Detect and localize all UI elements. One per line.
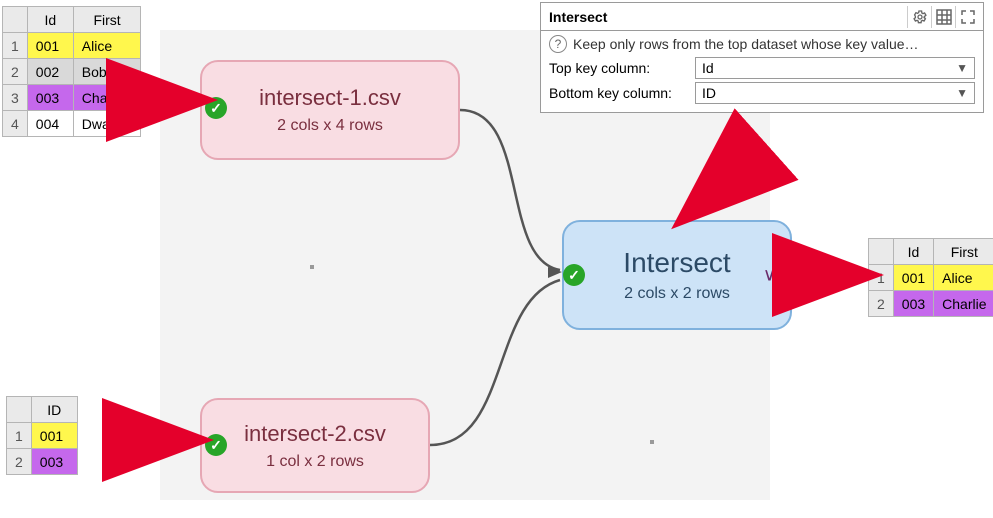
bottom-key-label: Bottom key column:	[549, 85, 689, 101]
chevron-down-icon: ▼	[956, 61, 968, 75]
node-subtitle: 2 cols x 4 rows	[277, 117, 383, 135]
table-row: 2 003	[7, 449, 78, 475]
node-v-mark: ∨	[763, 265, 776, 286]
node-intersect-2[interactable]: intersect-2.csv 1 col x 2 rows	[200, 398, 430, 493]
th-id: Id	[27, 7, 73, 33]
input-top-table: Id First 1 001 Alice 2 002 Bob 3 003 Cha…	[2, 6, 141, 137]
node-intersect-1[interactable]: intersect-1.csv 2 cols x 4 rows	[200, 60, 460, 160]
grid-icon[interactable]	[931, 6, 955, 28]
table-row: 2 002 Bob	[3, 59, 141, 85]
top-key-value: Id	[702, 60, 714, 76]
grid-dot	[650, 440, 654, 444]
table-row: 1 001	[7, 423, 78, 449]
table-row: 3 003 Charlie	[3, 85, 141, 111]
th-id: Id	[893, 239, 933, 265]
help-icon[interactable]: ?	[549, 35, 567, 53]
node-intersect[interactable]: Intersect 2 cols x 2 rows ∨	[562, 220, 792, 330]
top-key-label: Top key column:	[549, 60, 689, 76]
node-subtitle: 1 col x 2 rows	[266, 453, 364, 471]
th-first: First	[73, 7, 141, 33]
node-subtitle: 2 cols x 2 rows	[624, 285, 730, 303]
output-table: Id First 1 001 Alice 2 003 Charlie	[868, 238, 993, 317]
table-row: 1 001 Alice	[869, 265, 993, 291]
top-key-dropdown[interactable]: Id ▼	[695, 57, 975, 79]
table-row: 2 003 Charlie	[869, 291, 993, 317]
expand-icon[interactable]	[955, 6, 979, 28]
properties-panel: Intersect ? Keep only rows from the top …	[540, 2, 984, 113]
bottom-key-dropdown[interactable]: ID ▼	[695, 82, 975, 104]
panel-title: Intersect	[549, 9, 607, 25]
input-bottom-table: ID 1 001 2 003	[6, 396, 78, 475]
grid-dot	[310, 265, 314, 269]
th-blank	[7, 397, 32, 423]
bottom-key-value: ID	[702, 85, 716, 101]
node-title: intersect-1.csv	[259, 85, 401, 111]
table-row: 4 004 Dwayne	[3, 111, 141, 137]
th-first: First	[934, 239, 993, 265]
check-icon	[205, 434, 227, 456]
node-title: Intersect	[623, 247, 730, 279]
check-icon	[205, 97, 227, 119]
th-blank	[869, 239, 894, 265]
th-id: ID	[31, 397, 77, 423]
chevron-down-icon: ▼	[956, 86, 968, 100]
th-blank	[3, 7, 28, 33]
check-icon	[563, 264, 585, 286]
panel-description: Keep only rows from the top dataset whos…	[573, 36, 919, 52]
gear-icon[interactable]	[907, 6, 931, 28]
node-title: intersect-2.csv	[244, 421, 386, 447]
table-row: 1 001 Alice	[3, 33, 141, 59]
